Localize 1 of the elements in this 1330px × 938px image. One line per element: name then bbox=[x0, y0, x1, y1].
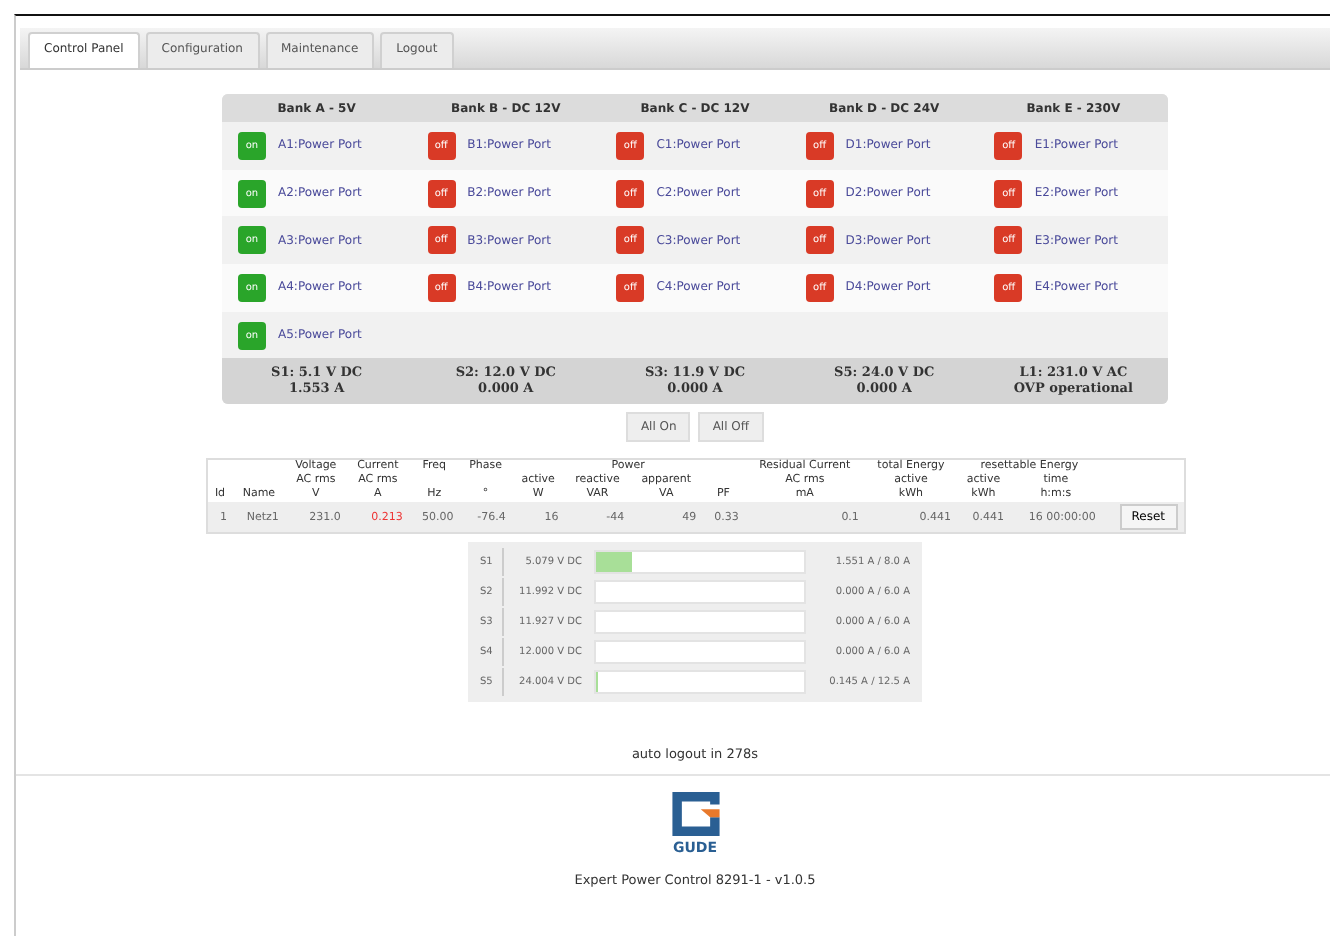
logo-icon bbox=[671, 792, 719, 837]
